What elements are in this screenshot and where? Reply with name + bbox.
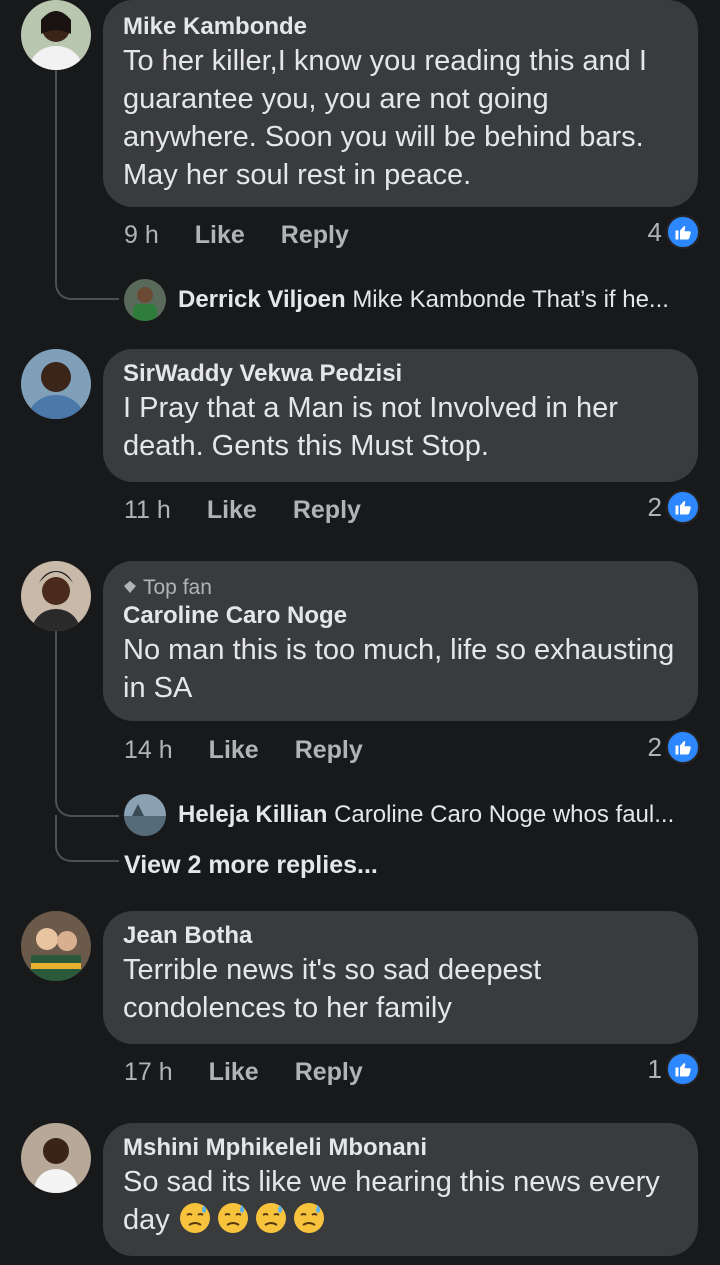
reply-author[interactable]: Derrick Viljoen <box>178 286 346 313</box>
like-button[interactable]: Like <box>209 736 259 765</box>
comment-time[interactable]: 9 h <box>124 221 159 250</box>
comment-time[interactable]: 17 h <box>124 1058 173 1087</box>
avatar[interactable] <box>21 911 91 981</box>
thread-connector <box>55 826 119 862</box>
comment-author[interactable]: Caroline Caro Noge <box>123 601 678 631</box>
like-button[interactable]: Like <box>207 496 257 525</box>
comment-author[interactable]: Mshini Mphikeleli Mbonani <box>123 1133 678 1163</box>
downcast-sweat-emoji-icon <box>178 1201 212 1235</box>
comment-bubble[interactable]: Mshini Mphikeleli Mbonani So sad its lik… <box>103 1123 698 1256</box>
comment-author[interactable]: Jean Botha <box>123 921 678 951</box>
reaction-count: 2 <box>647 491 662 522</box>
downcast-sweat-emoji-icon <box>216 1201 250 1235</box>
avatar[interactable] <box>21 1123 91 1193</box>
diamond-icon <box>123 575 137 601</box>
thread-connector <box>55 781 119 817</box>
view-more-replies-link[interactable]: View 2 more replies... <box>124 851 378 880</box>
comment-text: No man this is too much, life so exhaust… <box>123 634 675 704</box>
reply-button[interactable]: Reply <box>295 1058 363 1087</box>
comment-bubble[interactable]: Jean Botha Terrible news it's so sad dee… <box>103 911 698 1044</box>
avatar[interactable] <box>124 279 166 321</box>
avatar[interactable] <box>124 794 166 836</box>
reply-preview[interactable]: Derrick Viljoen Mike Kambonde That’s if … <box>124 278 669 322</box>
comment-author[interactable]: Mike Kambonde <box>123 12 678 42</box>
thread-line <box>55 631 57 781</box>
reaction-summary[interactable]: 4 <box>648 212 700 252</box>
like-button[interactable]: Like <box>209 1058 259 1087</box>
reply-text: Caroline Caro Noge whos faul... <box>334 801 675 828</box>
top-fan-badge: Top fan <box>123 575 678 601</box>
thread-connector <box>55 264 119 300</box>
comment-text: I Pray that a Man is not Involved in her… <box>123 392 618 462</box>
comment-bubble[interactable]: SirWaddy Vekwa Pedzisi I Pray that a Man… <box>103 349 698 482</box>
thumbs-up-icon <box>666 1052 700 1086</box>
reply-text: Mike Kambonde That’s if he... <box>352 286 669 313</box>
reply-button[interactable]: Reply <box>293 496 361 525</box>
downcast-sweat-emoji-icon <box>292 1201 326 1235</box>
reaction-summary[interactable]: 1 <box>648 1049 700 1089</box>
like-button[interactable]: Like <box>195 221 245 250</box>
reaction-count: 1 <box>647 1053 662 1084</box>
badge-label: Top fan <box>143 576 212 599</box>
comment-actions: 9 h Like Reply <box>124 215 385 255</box>
reply-button[interactable]: Reply <box>281 221 349 250</box>
reaction-summary[interactable]: 2 <box>648 487 700 527</box>
comment-actions: 14 h Like Reply <box>124 730 399 770</box>
thumbs-up-icon <box>666 215 700 249</box>
comment-text: To her killer,I know you reading this an… <box>123 45 647 191</box>
comment-time[interactable]: 14 h <box>124 736 173 765</box>
comment-author[interactable]: SirWaddy Vekwa Pedzisi <box>123 359 678 389</box>
reply-author[interactable]: Heleja Killian <box>178 801 327 828</box>
reaction-summary[interactable]: 2 <box>648 727 700 767</box>
comment-time[interactable]: 11 h <box>124 496 171 525</box>
thumbs-up-icon <box>666 730 700 764</box>
reaction-count: 4 <box>647 216 662 247</box>
comment-bubble[interactable]: Top fan Caroline Caro Noge No man this i… <box>103 561 698 721</box>
downcast-sweat-emoji-icon <box>254 1201 288 1235</box>
comment-text: Terrible news it's so sad deepest condol… <box>123 954 542 1024</box>
comment-actions: 11 h Like Reply <box>124 490 397 530</box>
thread-line <box>55 70 57 266</box>
comment-text: So sad its like we hearing this news eve… <box>123 1163 678 1239</box>
avatar[interactable] <box>21 349 91 419</box>
comment-bubble[interactable]: Mike Kambonde To her killer,I know you r… <box>103 0 698 207</box>
avatar[interactable] <box>21 0 91 70</box>
avatar[interactable] <box>21 561 91 631</box>
reaction-count: 2 <box>647 731 662 762</box>
reply-preview[interactable]: Heleja Killian Caroline Caro Noge whos f… <box>124 793 674 837</box>
reply-button[interactable]: Reply <box>295 736 363 765</box>
comment-actions: 17 h Like Reply <box>124 1052 399 1092</box>
thumbs-up-icon <box>666 490 700 524</box>
